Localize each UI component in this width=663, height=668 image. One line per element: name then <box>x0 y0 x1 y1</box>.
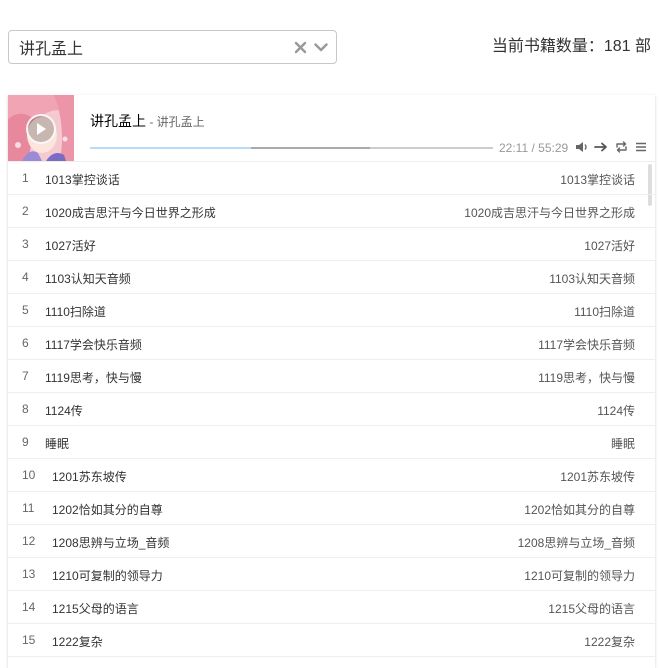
playlist-item-index: 11 <box>22 501 35 515</box>
close-icon[interactable] <box>292 39 308 55</box>
playlist-item-title: 1013掌控谈话 <box>45 173 120 187</box>
playlist-item-index: 9 <box>22 435 29 449</box>
playlist[interactable]: 1 1013掌控谈话 1013掌控谈话 2 1020成吉思汗与今日世界之形成 1020成吉… <box>8 161 655 668</box>
playlist-item[interactable]: 1 1013掌控谈话 1013掌控谈话 <box>8 162 655 195</box>
playlist-item-author: 1215父母的语言 <box>548 602 635 616</box>
playlist-item-title: 1117学会快乐音频 <box>45 338 142 352</box>
playlist-item-index: 8 <box>22 402 29 416</box>
playlist-item-title: 1103认知天音频 <box>45 272 131 286</box>
playlist-item-author: 1119思考，快与慢 <box>538 371 635 385</box>
time-display: 22:11 / 55:29 <box>499 141 569 155</box>
playlist-item[interactable]: 2 1020成吉思汗与今日世界之形成 1020成吉思汗与今日世界之形成 <box>8 195 655 228</box>
playlist-item-index: 13 <box>22 567 36 581</box>
book-count: 当前书籍数量：181 部 <box>491 38 651 55</box>
playlist-item-author: 1103认知天音频 <box>549 272 635 286</box>
playlist-item-author: 1110扫除道 <box>574 305 635 319</box>
playlist-item-author: 1208思辨与立场_音频 <box>517 536 635 550</box>
playlist-item-author: 睡眠 <box>610 437 635 451</box>
playlist-item[interactable]: 14 1215父母的语言 1215父母的语言 <box>8 591 655 624</box>
audio-player: 讲孔孟上 - 讲孔孟上 22:11 / 55:29 1 1013掌控谈话 1013掌… <box>8 95 655 668</box>
playlist-item-title: 1208思辨与立场_音频 <box>52 536 170 550</box>
playlist-item[interactable]: 6 1117学会快乐音频 1117学会快乐音频 <box>8 327 655 360</box>
playlist-item-index: 6 <box>22 336 29 350</box>
playlist-item-author: 1020成吉思汗与今日世界之形成 <box>464 206 635 220</box>
playlist-item[interactable]: 9 睡眠 睡眠 <box>8 426 655 459</box>
playlist-item-index: 3 <box>22 237 29 251</box>
menu-icon[interactable] <box>634 140 648 154</box>
playlist-item-title: 睡眠 <box>45 437 70 451</box>
playlist-item-author: 1013掌控谈话 <box>560 173 635 187</box>
player-header: 讲孔孟上 - 讲孔孟上 22:11 / 55:29 <box>8 95 655 161</box>
playlist-item-index: 1 <box>22 171 29 185</box>
book-selector[interactable]: 讲孔孟上 <box>8 30 337 64</box>
playlist-item-title: 1202恰如其分的自尊 <box>52 503 163 517</box>
playlist-item[interactable]: 10 1201苏东坡传 1201苏东坡传 <box>8 459 655 492</box>
playlist-item-author: 1027活好 <box>584 239 635 253</box>
playlist-item[interactable]: 5 1110扫除道 1110扫除道 <box>8 294 655 327</box>
playlist-item-title: 1124传 <box>45 404 83 418</box>
playlist-item-title: 1201苏东坡传 <box>52 470 127 484</box>
playlist-item[interactable]: 3 1027活好 1027活好 <box>8 228 655 261</box>
track-info: 讲孔孟上 - 讲孔孟上 <box>90 111 205 131</box>
playlist-item-title: 1215父母的语言 <box>52 602 139 616</box>
playlist-item-author: 1201苏东坡传 <box>560 470 635 484</box>
progress-played <box>90 147 252 149</box>
playlist-item-title: 1020成吉思汗与今日世界之形成 <box>45 206 216 220</box>
track-author: 讲孔孟上 <box>156 115 205 129</box>
playlist-item-title: 1222复杂 <box>52 635 103 649</box>
book-selector-value: 讲孔孟上 <box>19 41 84 58</box>
progress-bar[interactable] <box>90 147 493 149</box>
playlist-item[interactable]: 15 1222复杂 1222复杂 <box>8 624 655 657</box>
playlist-item-index: 14 <box>22 600 36 614</box>
playlist-item-index: 2 <box>22 204 29 218</box>
playlist-item-author: 1202恰如其分的自尊 <box>524 503 635 517</box>
playlist-item-index: 5 <box>22 303 29 317</box>
playlist-item[interactable]: 12 1208思辨与立场_音频 1208思辨与立场_音频 <box>8 525 655 558</box>
playlist-item[interactable]: 13 1210可复制的领导力 1210可复制的领导力 <box>8 558 655 591</box>
play-icon[interactable] <box>26 114 56 144</box>
playlist-item[interactable]: 11 1202恰如其分的自尊 1202恰如其分的自尊 <box>8 492 655 525</box>
playlist-item[interactable]: 7 1119思考，快与慢 1119思考，快与慢 <box>8 360 655 393</box>
playlist-item-index: 15 <box>22 633 36 647</box>
playlist-item-title: 1210可复制的领导力 <box>52 569 163 583</box>
playlist-item-title: 1119思考，快与慢 <box>45 371 142 385</box>
playlist-item-index: 12 <box>22 534 36 548</box>
album-cover[interactable] <box>8 95 74 161</box>
playlist-item-author: 1117学会快乐音频 <box>538 338 635 352</box>
playlist-item-index: 7 <box>22 369 29 383</box>
track-author-separator: - <box>146 115 157 129</box>
arrow-right-icon[interactable] <box>594 140 608 154</box>
playlist-item-author: 1222复杂 <box>584 635 635 649</box>
track-title: 讲孔孟上 <box>90 113 146 129</box>
playlist-item-title: 1027活好 <box>45 239 96 253</box>
chevron-down-icon[interactable] <box>312 39 330 55</box>
volume-icon[interactable] <box>574 140 588 154</box>
loop-icon[interactable] <box>614 140 628 154</box>
playlist-item-index: 4 <box>22 270 29 284</box>
playlist-item-author: 1210可复制的领导力 <box>524 569 635 583</box>
playlist-item[interactable]: 4 1103认知天音频 1103认知天音频 <box>8 261 655 294</box>
playlist-item-title: 1110扫除道 <box>45 305 106 319</box>
playlist-item[interactable]: 8 1124传 1124传 <box>8 393 655 426</box>
playlist-item-author: 1124传 <box>597 404 635 418</box>
playlist-item-index: 10 <box>22 468 36 482</box>
